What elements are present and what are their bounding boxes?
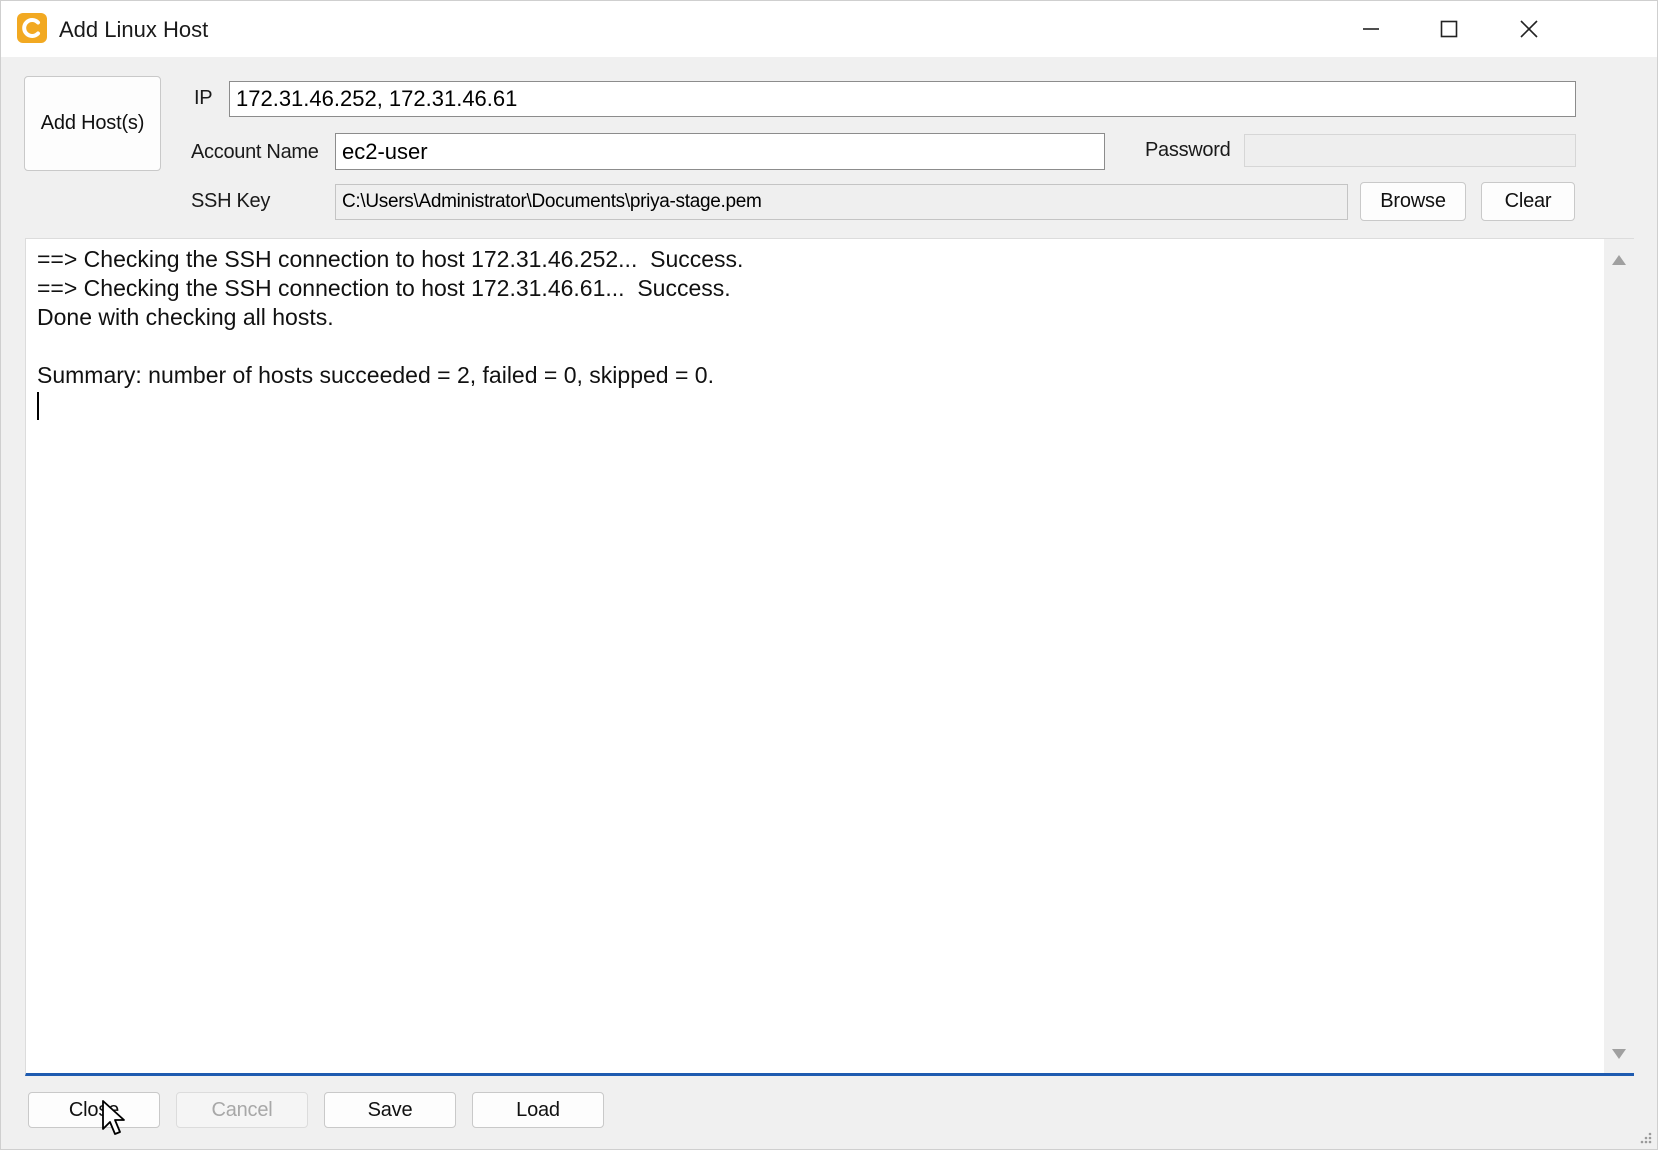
app-logo-icon	[17, 13, 47, 43]
resize-grip-icon[interactable]	[1637, 1129, 1653, 1145]
scroll-down-icon[interactable]	[1611, 1047, 1627, 1061]
close-icon	[1520, 20, 1538, 38]
save-button[interactable]: Save	[324, 1092, 456, 1128]
scroll-up-icon[interactable]	[1611, 253, 1627, 267]
ssh-key-label: SSH Key	[191, 190, 271, 212]
password-input[interactable]	[1244, 134, 1576, 167]
account-name-input[interactable]: ec2-user	[335, 133, 1105, 170]
log-line: ==> Checking the SSH connection to host …	[37, 275, 731, 301]
window-title: Add Linux Host	[59, 17, 209, 42]
minimize-button[interactable]	[1343, 7, 1399, 51]
vertical-scrollbar[interactable]	[1604, 239, 1634, 1073]
account-name-label: Account Name	[191, 141, 319, 163]
browse-button[interactable]: Browse	[1360, 182, 1466, 221]
ip-label: IP	[194, 87, 213, 109]
log-line: ==> Checking the SSH connection to host …	[37, 246, 744, 272]
maximize-button[interactable]	[1421, 7, 1477, 51]
ip-input[interactable]: 172.31.46.252, 172.31.46.61	[229, 81, 1576, 117]
add-linux-host-dialog: Add Linux Host Add Host(s) IP 172.31.46.…	[0, 0, 1658, 1150]
close-window-button[interactable]	[1501, 7, 1557, 51]
minimize-icon	[1363, 28, 1379, 30]
clear-button[interactable]: Clear	[1481, 182, 1575, 221]
output-log-area[interactable]: ==> Checking the SSH connection to host …	[25, 238, 1634, 1076]
log-text: ==> Checking the SSH connection to host …	[37, 245, 1594, 420]
title-bar[interactable]: Add Linux Host	[1, 1, 1657, 57]
text-caret	[37, 391, 39, 420]
load-button[interactable]: Load	[472, 1092, 604, 1128]
maximize-icon	[1440, 20, 1458, 38]
ssh-key-path-field[interactable]: C:\Users\Administrator\Documents\priya-s…	[335, 184, 1348, 220]
close-button[interactable]: Close	[28, 1092, 160, 1128]
log-line: Summary: number of hosts succeeded = 2, …	[37, 362, 714, 388]
cancel-button[interactable]: Cancel	[176, 1092, 308, 1128]
add-hosts-button[interactable]: Add Host(s)	[24, 76, 161, 171]
mouse-pointer-icon	[102, 1100, 125, 1135]
password-label: Password	[1145, 139, 1231, 161]
log-line: Done with checking all hosts.	[37, 304, 334, 330]
